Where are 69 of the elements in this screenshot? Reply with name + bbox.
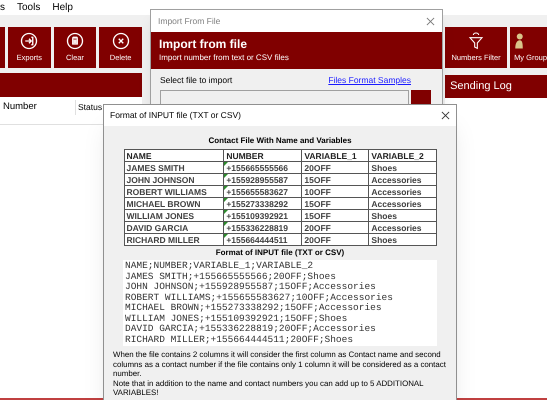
cell-text: 20OFF	[304, 222, 331, 232]
code-line: DAVID GARCIA;+155336228819;20OFF;Accessories	[125, 324, 377, 334]
cell-text: Accessories	[371, 186, 422, 196]
code-line: WILLIAM JONES;+155109392921;15OFF;Shoes	[125, 314, 348, 324]
cell-text: Accessories	[371, 174, 422, 184]
window-title: Format of INPUT file (TXT or CSV)	[110, 109, 241, 122]
cell-text: 20OFF	[304, 234, 331, 244]
cell-text: DAVID GARCIA	[126, 222, 188, 232]
table-header-cell: NAME	[124, 150, 224, 162]
cell-text: +155664444511	[226, 234, 288, 244]
cell-text: Shoes	[371, 162, 397, 172]
format-samples-link[interactable]: Files Format Samples	[328, 74, 411, 87]
table-title: Contact File With Name and Variables	[208, 135, 352, 147]
cell-marker-icon	[224, 162, 228, 166]
cell-text: MICHAEL BROWN	[126, 198, 200, 208]
cell-text: JAMES SMITH	[126, 162, 185, 172]
cell-marker-icon	[224, 234, 228, 238]
cell-marker-icon	[224, 222, 228, 226]
cell-text: WILLIAM JONES	[126, 210, 194, 220]
close-icon[interactable]	[441, 111, 450, 120]
code-line: NAME;NUMBER;VARIABLE_1;VARIABLE_2	[125, 261, 314, 272]
cell-text: 10OFF	[304, 186, 331, 196]
close-icon	[112, 32, 130, 50]
code-line: MICHAEL BROWN;+155273338292;15OFF;Accessories	[125, 303, 383, 314]
browse-button[interactable]	[411, 90, 431, 105]
cell-text: +155109392921	[226, 210, 288, 220]
cell-marker-icon	[224, 174, 228, 178]
file-path-field[interactable]	[160, 90, 409, 105]
cell-text: +155273338292	[226, 198, 288, 208]
code-line: RICHARD MILLER;+155664444511;20OFF;Shoes	[125, 334, 354, 345]
code-line: JOHN JOHNSON;+155928955587;15OFF;Accessories	[125, 282, 377, 292]
dialog-heading: Import from file	[159, 37, 248, 52]
cell-text: 20OFF	[304, 162, 331, 172]
people-icon	[514, 32, 524, 50]
menu-item[interactable]: Help	[52, 0, 73, 15]
cell-text: JOHN JOHNSON	[126, 174, 195, 184]
panel-title: Sending Log	[450, 79, 512, 94]
cell-text: Shoes	[371, 210, 397, 220]
table-header-cell: VARIABLE_2	[368, 150, 436, 162]
field-label: Select file to import	[160, 74, 232, 87]
code-line: JAMES SMITH;+155665555566;20OFF;Shoes	[125, 272, 337, 282]
table-header-cell: NUMBER	[224, 150, 302, 162]
code-line: ROBERT WILLIAMS;+155655583627;10OFF;Accessories	[125, 292, 394, 303]
cell-text: +155336228819	[226, 222, 288, 232]
cell-marker-icon	[224, 198, 228, 202]
cell-text: +155928955587	[226, 174, 288, 184]
cell-text: 15OFF	[304, 198, 331, 208]
window-title: Import From File	[158, 14, 220, 28]
column-header[interactable]: Status	[76, 100, 106, 115]
cell-text: RICHARD MILLER	[126, 234, 200, 244]
trash-icon	[66, 32, 84, 50]
table-header-cell: VARIABLE_1	[302, 150, 369, 162]
cell-text: 15OFF	[304, 174, 331, 184]
cell-text: 15OFF	[304, 210, 331, 220]
column-header[interactable]: Number	[0, 100, 76, 115]
cell-text: Shoes	[371, 234, 397, 244]
menu-item[interactable]: Tools	[17, 0, 40, 15]
dialog-subtitle: Import number from text or CSV files	[159, 52, 290, 64]
cell-text: Accessories	[371, 198, 422, 208]
cell-text: +155655583627	[226, 186, 288, 196]
cell-text: ROBERT WILLIAMS	[126, 186, 207, 196]
export-icon	[20, 32, 38, 50]
format-title: Format of INPUT file (TXT or CSV)	[216, 247, 344, 259]
menu-item[interactable]: s	[0, 0, 5, 15]
cell-text: Accessories	[371, 222, 422, 232]
funnel-icon	[468, 32, 484, 50]
cell-marker-icon	[224, 210, 228, 214]
cell-marker-icon	[224, 186, 228, 190]
cell-text: +155665555566	[226, 162, 288, 172]
